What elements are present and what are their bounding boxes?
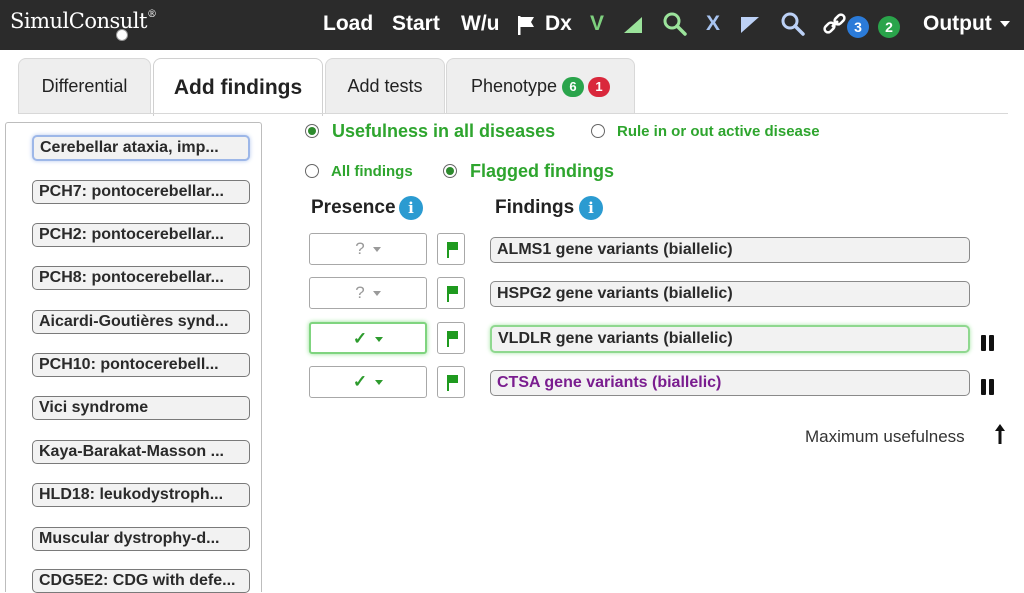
tab-phenotype[interactable]: Phenotype 6 1 <box>446 58 635 114</box>
chevron-down-icon <box>999 21 1010 28</box>
flag-button[interactable] <box>437 322 465 354</box>
differential-diagnosis-list[interactable]: Cerebellar ataxia, imp... PCH7: pontocer… <box>5 122 262 593</box>
presence-select[interactable]: ? <box>309 233 427 265</box>
workup-menu[interactable]: W/u <box>461 12 499 36</box>
flag-button[interactable] <box>437 366 465 398</box>
presence-select[interactable]: ? <box>309 277 427 309</box>
flag-icon <box>449 331 458 339</box>
flagged-findings-radio[interactable] <box>443 164 457 178</box>
chevron-down-icon <box>372 291 381 297</box>
phenotype-green-badge: 6 <box>562 76 585 97</box>
diagnosis-item[interactable]: HLD18: leukodystroph... <box>32 483 250 507</box>
pause-icon[interactable] <box>981 335 997 351</box>
green-search-icon[interactable] <box>662 11 688 37</box>
flag-icon <box>449 242 458 250</box>
diagnosis-item[interactable]: Muscular dystrophy-d... <box>32 527 250 551</box>
diagnosis-item[interactable]: Aicardi-Goutières synd... <box>32 310 250 334</box>
x-menu[interactable]: X <box>706 12 720 36</box>
all-findings-label: All findings <box>331 163 413 180</box>
diagnosis-item[interactable]: PCH10: pontocerebell... <box>32 353 250 377</box>
app-logo[interactable]: SimulConsult® <box>10 9 157 33</box>
rule-in-out-label: Rule in or out active disease <box>617 123 820 140</box>
finding-item[interactable]: ALMS1 gene variants (biallelic) <box>490 237 970 263</box>
diagnosis-item[interactable]: PCH8: pontocerebellar... <box>32 266 250 290</box>
logo-text: SimulConsult <box>10 9 147 33</box>
green-triangle-icon[interactable] <box>622 15 644 35</box>
all-findings-radio[interactable] <box>305 164 319 178</box>
chevron-down-icon <box>375 337 384 343</box>
diagnosis-item[interactable]: Vici syndrome <box>32 396 250 420</box>
dx-menu[interactable]: Dx <box>545 12 572 36</box>
usefulness-all-label: Usefulness in all diseases <box>332 121 556 141</box>
badge-blue-count: 3 <box>847 14 869 38</box>
link-icon[interactable] <box>822 13 848 37</box>
load-menu[interactable]: Load <box>323 12 373 36</box>
blue-search-icon[interactable] <box>780 11 806 37</box>
tab-differential[interactable]: Differential <box>18 58 151 114</box>
tab-add-findings[interactable]: Add findings <box>153 58 323 116</box>
output-menu[interactable]: Output <box>923 12 1010 36</box>
tab-label: Phenotype <box>470 76 558 96</box>
presence-select[interactable]: ✓ <box>309 366 427 398</box>
usefulness-all-radio[interactable] <box>305 124 319 138</box>
output-label: Output <box>923 12 992 35</box>
blue-count-badge: 3 <box>847 16 869 38</box>
diagnosis-item[interactable]: PCH2: pontocerebellar... <box>32 223 250 247</box>
start-menu[interactable]: Start <box>392 12 440 36</box>
flag-icon[interactable] <box>515 14 537 36</box>
diagnosis-item[interactable]: Cerebellar ataxia, imp... <box>32 135 250 161</box>
maximum-usefulness-label: Maximum usefulness <box>805 427 965 446</box>
chevron-down-icon <box>372 247 381 253</box>
presence-value: ✓ <box>352 372 368 391</box>
findings-header: Findings <box>495 197 575 218</box>
diagnosis-item[interactable]: PCH7: pontocerebellar... <box>32 180 250 204</box>
presence-info-icon[interactable]: i <box>399 196 423 220</box>
presence-value: ? <box>355 283 365 302</box>
pause-icon[interactable] <box>981 379 997 395</box>
tab-label: Add tests <box>347 76 423 96</box>
finding-item[interactable]: HSPG2 gene variants (biallelic) <box>490 281 970 307</box>
flag-icon <box>449 375 458 383</box>
rule-in-out-radio[interactable] <box>591 124 605 138</box>
flagged-findings-label: Flagged findings <box>470 161 614 181</box>
logo-trademark: ® <box>146 9 157 20</box>
presence-value: ✓ <box>352 329 368 348</box>
presence-select[interactable]: ✓ <box>309 322 427 354</box>
v-menu[interactable]: V <box>590 12 604 36</box>
badge-green-count: 2 <box>878 14 900 38</box>
finding-item[interactable]: VLDLR gene variants (biallelic) <box>490 325 970 353</box>
arrow-up-icon <box>995 424 1005 444</box>
finding-item[interactable]: CTSA gene variants (biallelic) <box>490 370 970 396</box>
presence-value: ? <box>355 239 365 258</box>
diagnosis-item[interactable]: Kaya-Barakat-Masson ... <box>32 440 250 464</box>
tab-label: Add findings <box>173 75 303 99</box>
phenotype-red-badge: 1 <box>588 76 611 97</box>
tab-label: Differential <box>41 76 128 96</box>
chevron-down-icon <box>375 380 384 386</box>
flag-button[interactable] <box>437 233 465 265</box>
diagnosis-item[interactable]: CDG5E2: CDG with defe... <box>32 569 250 593</box>
mouse-cursor-icon <box>116 29 128 41</box>
green-count-badge: 2 <box>878 16 900 38</box>
flag-icon <box>449 286 458 294</box>
tab-add-tests[interactable]: Add tests <box>325 58 445 114</box>
flag-button[interactable] <box>437 277 465 309</box>
findings-info-icon[interactable]: i <box>579 196 603 220</box>
top-navigation-bar: SimulConsult® Load Start W/u Dx V X 3 2 … <box>0 0 1024 50</box>
presence-header: Presence <box>311 197 396 218</box>
blue-triangle-icon[interactable] <box>739 15 761 35</box>
tab-divider <box>18 113 1008 114</box>
